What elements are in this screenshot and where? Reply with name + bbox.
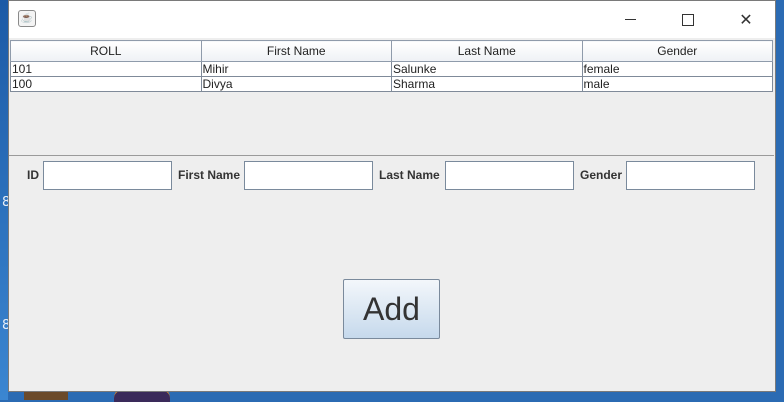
first-name-field[interactable] — [244, 161, 373, 190]
maximize-button[interactable] — [665, 1, 711, 38]
table-cell[interactable]: 101 — [10, 61, 202, 77]
table-cell[interactable]: 100 — [10, 76, 202, 92]
table-cell[interactable]: female — [581, 61, 773, 77]
id-field[interactable] — [43, 161, 172, 190]
minimize-button[interactable] — [607, 1, 653, 38]
minimize-icon — [624, 19, 636, 20]
table-cell[interactable]: Divya — [200, 76, 392, 92]
table-row[interactable]: 100 Divya Sharma male — [10, 76, 773, 92]
last-name-field[interactable] — [445, 161, 574, 190]
close-icon: ✕ — [739, 10, 753, 29]
column-header-last-name[interactable]: Last Name — [391, 40, 583, 62]
column-header-gender[interactable]: Gender — [581, 40, 773, 62]
first-name-label: First Name — [178, 168, 241, 182]
student-table: ROLL First Name Last Name Gender 101 Mih… — [10, 40, 773, 92]
table-header-row: ROLL First Name Last Name Gender — [10, 40, 773, 62]
last-name-label: Last Name — [379, 168, 440, 182]
table-cell[interactable]: Sharma — [391, 76, 583, 92]
maximize-icon — [682, 13, 694, 26]
id-label: ID — [27, 168, 39, 182]
java-icon[interactable]: ☕ — [18, 10, 36, 27]
table-cell[interactable]: male — [581, 76, 773, 92]
gender-label: Gender — [580, 168, 623, 182]
column-header-roll[interactable]: ROLL — [10, 40, 202, 62]
app-window: ☕ ✕ ROLL First Name Last Name Gender 101 — [8, 0, 776, 392]
title-bar[interactable]: ☕ ✕ — [9, 1, 775, 38]
add-button[interactable]: Add — [343, 279, 440, 339]
table-scroll-pane[interactable]: ROLL First Name Last Name Gender 101 Mih… — [9, 39, 774, 156]
table-row[interactable]: 101 Mihir Salunke female — [10, 61, 773, 77]
gender-field[interactable] — [626, 161, 755, 190]
table-cell[interactable]: Salunke — [391, 61, 583, 77]
close-button[interactable]: ✕ — [723, 1, 769, 38]
input-form: ID First Name Last Name Gender — [9, 161, 775, 191]
column-header-first-name[interactable]: First Name — [200, 40, 392, 62]
table-cell[interactable]: Mihir — [200, 61, 392, 77]
